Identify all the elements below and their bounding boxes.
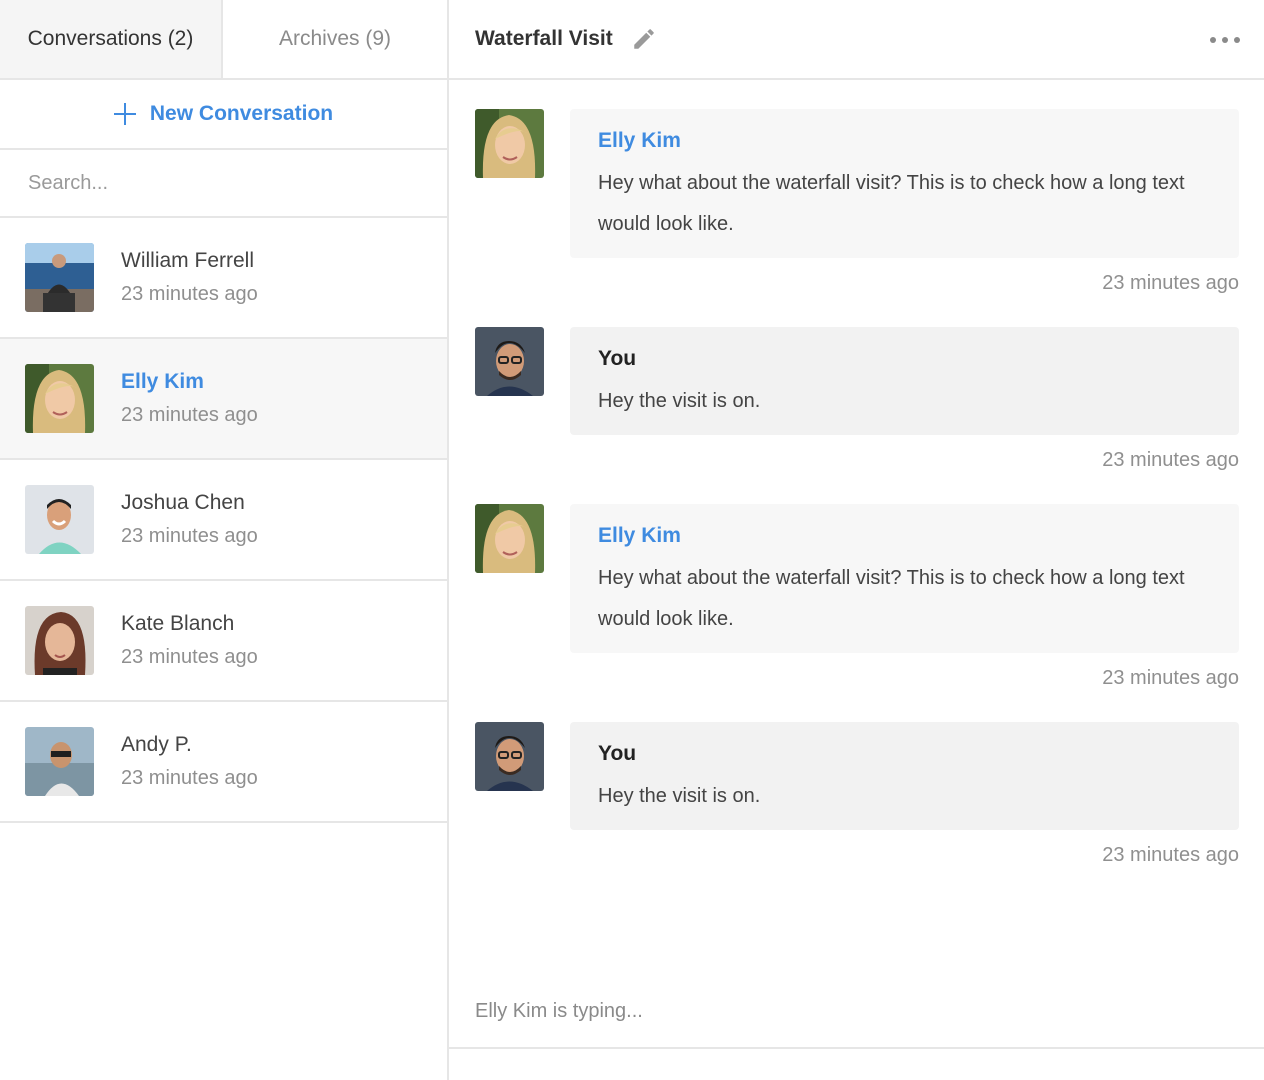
message-timestamp: 23 minutes ago: [1102, 667, 1239, 689]
avatar: [25, 606, 94, 675]
avatar: [475, 109, 544, 178]
message-text: Hey the visit is on.: [598, 390, 761, 412]
contact-item-kate-blanch[interactable]: Kate Blanch 23 minutes ago: [0, 581, 447, 702]
contact-item-elly-kim[interactable]: Elly Kim 23 minutes ago: [0, 339, 447, 460]
contact-time: 23 minutes ago: [121, 646, 258, 668]
tab-bar: Conversations (2) Archives (9): [0, 0, 447, 80]
contact-name: William Ferrell: [121, 249, 254, 272]
more-options-icon[interactable]: [1210, 34, 1240, 46]
search-input[interactable]: [26, 170, 406, 196]
message-bubble: You Hey the visit is on.: [570, 722, 1239, 830]
tab-archives[interactable]: Archives (9): [223, 0, 447, 78]
contact-name: Andy P.: [121, 733, 192, 756]
avatar: [25, 243, 94, 312]
message-bubble: Elly Kim Hey what about the waterfall vi…: [570, 109, 1239, 258]
conversation-title: Waterfall Visit: [475, 27, 613, 50]
message-timestamp: 23 minutes ago: [1102, 449, 1239, 471]
plus-icon: [113, 103, 136, 125]
message-text: Hey what about the waterfall visit? This…: [598, 567, 1185, 630]
message-sender: You: [598, 742, 637, 765]
message-timestamp: 23 minutes ago: [1102, 844, 1239, 866]
message-bubble: You Hey the visit is on.: [570, 327, 1239, 435]
message-sender: Elly Kim: [598, 129, 681, 152]
contact-name: Elly Kim: [121, 370, 204, 393]
search-bar: [0, 150, 447, 218]
new-conversation-button[interactable]: New Conversation: [0, 80, 447, 150]
avatar: [25, 727, 94, 796]
contact-item-joshua-chen[interactable]: Joshua Chen 23 minutes ago: [0, 460, 447, 581]
avatar: [25, 485, 94, 554]
message-sender: Elly Kim: [598, 524, 681, 547]
contact-name: Joshua Chen: [121, 491, 245, 514]
message-text: Hey the visit is on.: [598, 785, 761, 807]
messenger-app: Conversations (2) Archives (9) New Conve…: [0, 0, 1264, 1080]
conversation-panel: Waterfall Visit Elly Kim Hey what about …: [449, 0, 1264, 1080]
message-bubble: Elly Kim Hey what about the waterfall vi…: [570, 504, 1239, 653]
avatar: [475, 722, 544, 791]
pencil-icon[interactable]: [631, 26, 657, 52]
conversation-sidebar: Conversations (2) Archives (9) New Conve…: [0, 0, 449, 1080]
message-sender: You: [598, 347, 637, 370]
composer-divider: [449, 1047, 1264, 1049]
message-timestamp: 23 minutes ago: [1102, 272, 1239, 294]
contact-time: 23 minutes ago: [121, 404, 258, 426]
contact-time: 23 minutes ago: [121, 283, 258, 305]
conversation-header: Waterfall Visit: [449, 0, 1264, 80]
typing-indicator: Elly Kim is typing...: [475, 1000, 643, 1022]
contact-time: 23 minutes ago: [121, 525, 258, 547]
contact-time: 23 minutes ago: [121, 767, 258, 789]
contact-name: Kate Blanch: [121, 612, 235, 635]
message-text: Hey what about the waterfall visit? This…: [598, 172, 1185, 235]
avatar: [475, 504, 544, 573]
contact-item-william-ferrell[interactable]: William Ferrell 23 minutes ago: [0, 218, 447, 339]
avatar: [475, 327, 544, 396]
contact-item-andy-p[interactable]: Andy P. 23 minutes ago: [0, 702, 447, 823]
tab-conversations[interactable]: Conversations (2): [0, 0, 223, 78]
new-conversation-label: New Conversation: [149, 102, 334, 125]
avatar: [25, 364, 94, 433]
